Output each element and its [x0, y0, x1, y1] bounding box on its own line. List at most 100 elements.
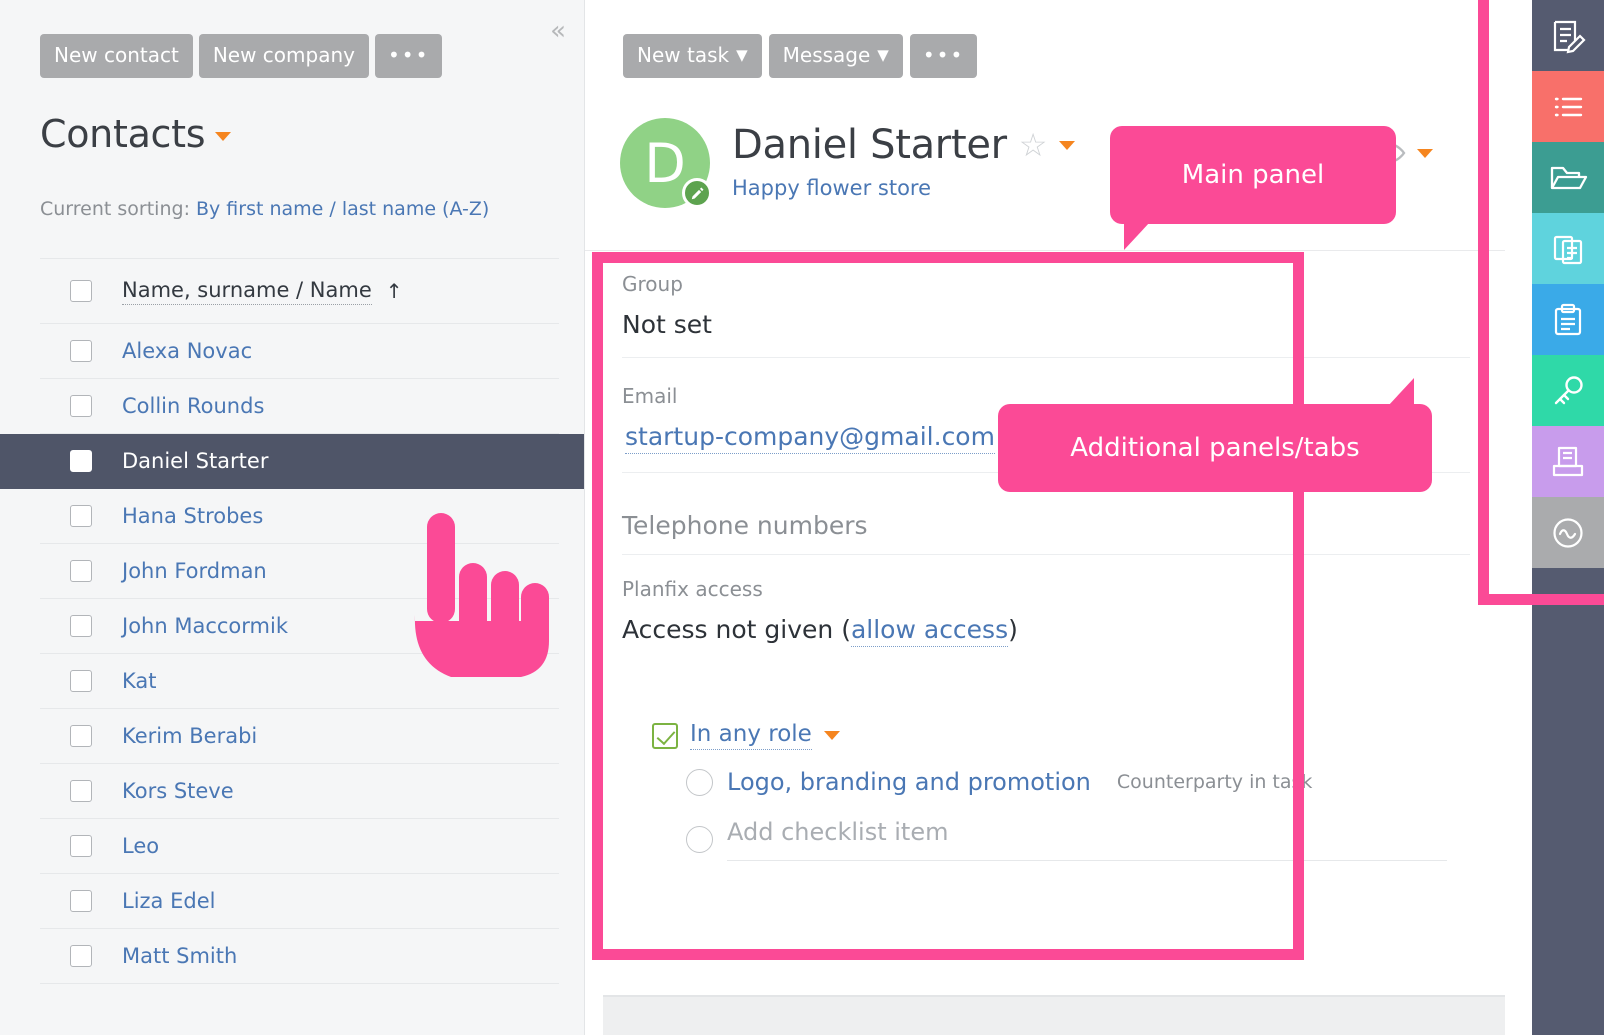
table-row[interactable]: Daniel Starter	[0, 434, 584, 489]
row-checkbox[interactable]	[70, 670, 92, 692]
table-row[interactable]: Hana Strobes	[40, 489, 559, 544]
chevron-down-icon[interactable]	[1417, 148, 1433, 158]
checklist-item-meta: Counterparty in task	[1116, 771, 1313, 793]
add-checklist-item-row[interactable]: Add checklist item	[652, 818, 1470, 861]
rail-tab-wave-circle[interactable]	[1532, 497, 1604, 568]
row-checkbox[interactable]	[70, 615, 92, 637]
field-label-planfix: Planfix access	[622, 577, 763, 601]
folder-icon	[1550, 166, 1588, 189]
left-more-button[interactable]: •••	[375, 34, 443, 78]
field-value-planfix: Access not given (allow access)	[622, 615, 1470, 647]
sorting-value-link[interactable]: By first name / last name (A-Z)	[196, 198, 489, 220]
rail-tab-edit-note[interactable]	[1532, 0, 1604, 71]
rail-tab-copy-docs[interactable]	[1532, 213, 1604, 284]
rail-tab-list[interactable]	[1532, 71, 1604, 142]
new-task-label: New task	[637, 43, 730, 67]
planfix-access-text: Access not given (	[622, 615, 851, 644]
clipboard-icon	[1554, 303, 1582, 335]
checklist-item-label[interactable]: Logo, branding and promotion	[727, 768, 1091, 796]
table-row[interactable]: Alexa Novac	[40, 324, 559, 379]
table-row[interactable]: Leo	[40, 819, 559, 874]
table-row[interactable]: Kat	[40, 654, 559, 709]
edit-avatar-icon[interactable]	[682, 178, 712, 208]
row-checkbox[interactable]	[70, 505, 92, 527]
favorite-star-icon[interactable]: ☆	[1019, 129, 1048, 161]
contact-name-block: Daniel Starter ☆ Happy flower store	[732, 118, 1076, 200]
row-checkbox[interactable]	[70, 945, 92, 967]
planfix-access-tail: )	[1008, 615, 1018, 644]
tabs-callout-label: Additional panels/tabs	[1070, 433, 1360, 463]
table-header-row: Name, surname / Name ↑	[40, 258, 559, 324]
contact-name-link[interactable]: Matt Smith	[122, 944, 237, 968]
add-checklist-item-input[interactable]: Add checklist item	[727, 818, 1447, 861]
contact-name-link[interactable]: Hana Strobes	[122, 504, 263, 528]
checklist-item-radio[interactable]	[686, 768, 713, 796]
row-checkbox[interactable]	[70, 725, 92, 747]
rail-tab-archive[interactable]	[1532, 426, 1604, 497]
bottom-status-bar	[603, 996, 1505, 1035]
row-checkbox[interactable]	[70, 890, 92, 912]
add-item-radio[interactable]	[686, 826, 713, 853]
row-checkbox[interactable]	[70, 835, 92, 857]
checklist-section: In any role Logo, branding and promotion…	[622, 721, 1470, 861]
checklist-role-filter[interactable]: In any role	[690, 721, 812, 750]
row-checkbox[interactable]	[70, 450, 92, 472]
row-checkbox[interactable]	[70, 780, 92, 802]
message-button[interactable]: Message ▼	[768, 34, 903, 78]
chevron-down-icon: ▼	[736, 46, 748, 64]
callout-tail	[1124, 222, 1150, 250]
chevron-down-icon[interactable]	[215, 132, 232, 141]
table-row[interactable]: Kerim Berabi	[40, 709, 559, 764]
collapse-panel-icon[interactable]: «	[550, 18, 566, 44]
new-company-button[interactable]: New company	[198, 34, 369, 78]
copy-docs-icon	[1553, 235, 1583, 264]
contact-name-link[interactable]: John Maccormik	[122, 614, 288, 638]
contact-fields: Group Not set Email startup-company@gmai…	[622, 272, 1470, 861]
contact-name-link[interactable]: Daniel Starter	[122, 449, 268, 473]
company-link[interactable]: Happy flower store	[732, 176, 1075, 200]
rail-tab-folder[interactable]	[1532, 142, 1604, 213]
sort-ascending-icon[interactable]: ↑	[386, 279, 403, 303]
contact-name-link[interactable]: Leo	[122, 834, 159, 858]
chevron-down-icon: ▼	[877, 46, 889, 64]
allow-access-link[interactable]: allow access	[850, 615, 1009, 647]
table-row[interactable]: John Fordman	[40, 544, 559, 599]
right-tab-rail	[1532, 0, 1604, 1035]
contact-name-link[interactable]: Kat	[122, 669, 157, 693]
row-checkbox[interactable]	[70, 395, 92, 417]
main-more-button[interactable]: •••	[909, 34, 978, 78]
chevron-down-icon[interactable]	[1059, 140, 1076, 150]
row-checkbox[interactable]	[70, 340, 92, 362]
contact-name-link[interactable]: Liza Edel	[122, 889, 215, 913]
list-item[interactable]: Logo, branding and promotion Counterpart…	[652, 768, 1470, 796]
row-checkbox[interactable]	[70, 560, 92, 582]
rail-tab-clipboard[interactable]	[1532, 284, 1604, 355]
table-row[interactable]: Matt Smith	[40, 929, 559, 984]
contact-header: D Daniel Starter ☆ Happy flower store	[620, 118, 1076, 208]
field-label-telephone[interactable]: Telephone numbers	[622, 511, 1470, 540]
page-title: Contacts	[40, 112, 206, 156]
contact-name-link[interactable]: Collin Rounds	[122, 394, 264, 418]
table-row[interactable]: Collin Rounds	[40, 379, 559, 434]
checklist-header: In any role	[652, 721, 1470, 750]
table-row[interactable]: John Maccormik	[40, 599, 559, 654]
main-panel-callout-label: Main panel	[1181, 160, 1325, 190]
rail-tab-key[interactable]	[1532, 355, 1604, 426]
contacts-left-panel: New contact New company ••• « Contacts C…	[0, 0, 585, 1035]
select-all-checkbox[interactable]	[70, 280, 92, 302]
contact-name-link[interactable]: Kors Steve	[122, 779, 234, 803]
new-contact-button[interactable]: New contact	[40, 34, 193, 78]
checklist-checkbox-icon[interactable]	[652, 722, 678, 749]
archive-icon	[1552, 446, 1584, 476]
table-row[interactable]: Kors Steve	[40, 764, 559, 819]
new-task-button[interactable]: New task ▼	[623, 34, 762, 78]
contact-name-link[interactable]: Kerim Berabi	[122, 724, 257, 748]
email-link[interactable]: startup-company@gmail.com	[625, 422, 995, 454]
contact-name-link[interactable]: John Fordman	[122, 559, 267, 583]
column-header-name[interactable]: Name, surname / Name	[122, 278, 372, 305]
table-row[interactable]: Liza Edel	[40, 874, 559, 929]
field-value-group[interactable]: Not set	[622, 310, 1470, 339]
right-area	[1505, 0, 1604, 1035]
contact-name-link[interactable]: Alexa Novac	[122, 339, 252, 363]
chevron-down-icon[interactable]	[823, 731, 840, 740]
